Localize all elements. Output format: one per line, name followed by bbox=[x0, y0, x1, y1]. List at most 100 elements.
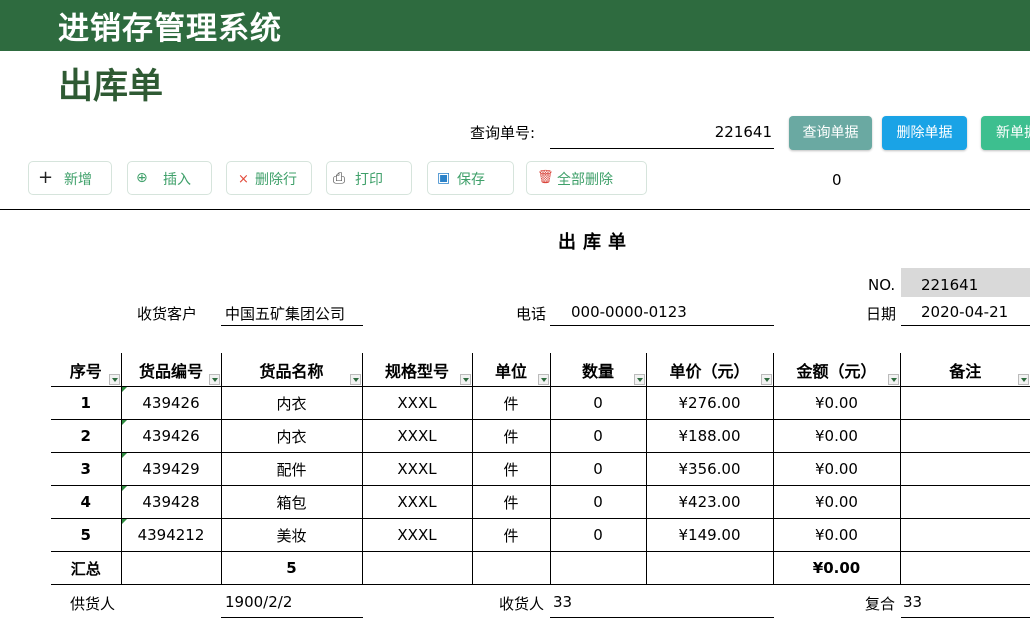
customer-field[interactable]: 中国五矿集团公司 bbox=[225, 303, 345, 324]
phone-label: 电话 bbox=[516, 305, 547, 323]
cell-item-name[interactable]: 内衣 bbox=[220, 419, 363, 453]
cell-spec[interactable]: XXXL bbox=[361, 419, 473, 453]
receiver-field[interactable]: 33 bbox=[553, 593, 572, 611]
cell-remarks[interactable] bbox=[899, 518, 1030, 552]
filter-dropdown-icon[interactable] bbox=[537, 374, 549, 385]
cell-spec[interactable]: XXXL bbox=[361, 452, 473, 486]
cell-unit-price[interactable]: ¥356.00 bbox=[645, 452, 774, 486]
filter-dropdown-icon[interactable] bbox=[459, 374, 471, 385]
insert-button[interactable]: ⊕ 插入 bbox=[127, 161, 212, 195]
cell-seq[interactable]: 3 bbox=[51, 452, 122, 486]
cell-quantity[interactable]: 0 bbox=[549, 485, 647, 519]
header-amount[interactable]: 金额（元） bbox=[772, 353, 901, 387]
cell-item-name[interactable]: 美妆 bbox=[220, 518, 363, 552]
trash-icon: 🗑 bbox=[537, 170, 554, 185]
cell-unit-price[interactable]: ¥276.00 bbox=[645, 386, 774, 420]
filter-dropdown-icon[interactable] bbox=[760, 374, 772, 385]
cell-seq[interactable]: 5 bbox=[51, 518, 122, 552]
query-number-input[interactable] bbox=[550, 116, 774, 149]
cell-item-code[interactable]: 439429 bbox=[120, 452, 222, 486]
cell-unit[interactable]: 件 bbox=[471, 452, 551, 486]
cell-unit-price[interactable]: ¥188.00 bbox=[645, 419, 774, 453]
cell-amount[interactable]: ¥0.00 bbox=[772, 386, 901, 420]
cell-item-name[interactable]: 配件 bbox=[220, 452, 363, 486]
header-seq[interactable]: 序号 bbox=[51, 353, 122, 387]
cell-amount[interactable]: ¥0.00 bbox=[772, 485, 901, 519]
cell-item-code[interactable]: 4394212 bbox=[120, 518, 222, 552]
header-item-name[interactable]: 货品名称 bbox=[220, 353, 363, 387]
header-unit-price[interactable]: 单价（元） bbox=[645, 353, 774, 387]
filter-dropdown-icon[interactable] bbox=[887, 374, 899, 385]
header-item-code[interactable]: 货品编号 bbox=[120, 353, 222, 387]
cell-marker-icon bbox=[122, 519, 127, 524]
cell-remarks[interactable] bbox=[899, 386, 1030, 420]
insert-button-label: 插入 bbox=[163, 172, 191, 188]
summary-cell bbox=[120, 551, 222, 585]
header-unit[interactable]: 单位 bbox=[471, 353, 551, 387]
query-number-label: 查询单号: bbox=[470, 124, 536, 142]
cell-quantity[interactable]: 0 bbox=[549, 452, 647, 486]
delete-row-button[interactable]: × 删除行 bbox=[226, 161, 312, 195]
cell-item-code[interactable]: 439426 bbox=[120, 419, 222, 453]
phone-underline bbox=[550, 325, 774, 326]
cell-item-code[interactable]: 439428 bbox=[120, 485, 222, 519]
cell-item-name[interactable]: 内衣 bbox=[220, 386, 363, 420]
filter-dropdown-icon[interactable] bbox=[108, 374, 120, 385]
table-row: 1 439426 内衣 XXXL 件 0 ¥276.00 ¥0.00 bbox=[51, 386, 1030, 420]
summary-cell bbox=[471, 551, 551, 585]
cell-seq[interactable]: 2 bbox=[51, 419, 122, 453]
save-button[interactable]: ▣ 保存 bbox=[427, 161, 514, 195]
phone-field[interactable]: 000-0000-0123 bbox=[571, 303, 687, 321]
cell-amount[interactable]: ¥0.00 bbox=[772, 518, 901, 552]
new-document-button[interactable]: 新单据 bbox=[981, 116, 1030, 150]
delete-x-icon: × bbox=[238, 172, 249, 187]
supplier-field[interactable]: 1900/2/2 bbox=[225, 593, 292, 611]
summary-total-amount: ¥0.00 bbox=[772, 551, 901, 585]
filter-dropdown-icon[interactable] bbox=[208, 374, 220, 385]
header-quantity[interactable]: 数量 bbox=[549, 353, 647, 387]
cell-seq[interactable]: 4 bbox=[51, 485, 122, 519]
cell-unit[interactable]: 件 bbox=[471, 419, 551, 453]
header-remarks[interactable]: 备注 bbox=[899, 353, 1030, 387]
cell-spec[interactable]: XXXL bbox=[361, 518, 473, 552]
reviewer-field[interactable]: 33 bbox=[903, 593, 922, 611]
cell-unit[interactable]: 件 bbox=[471, 386, 551, 420]
summary-row: 汇总 5 ¥0.00 bbox=[51, 551, 1030, 585]
date-field[interactable]: 2020-04-21 bbox=[921, 303, 1008, 321]
doc-number-label: NO. bbox=[868, 276, 896, 294]
print-button-label: 打印 bbox=[355, 172, 383, 188]
delete-document-button[interactable]: 删除单据 bbox=[882, 116, 967, 150]
add-button[interactable]: + 新增 bbox=[28, 161, 112, 195]
summary-cell bbox=[645, 551, 774, 585]
delete-all-button-label: 全部删除 bbox=[557, 172, 613, 188]
filter-dropdown-icon[interactable] bbox=[349, 374, 361, 385]
doc-number-value[interactable]: 221641 bbox=[921, 276, 978, 294]
query-document-button[interactable]: 查询单据 bbox=[789, 116, 872, 150]
cell-quantity[interactable]: 0 bbox=[549, 419, 647, 453]
cell-marker-icon bbox=[122, 453, 127, 458]
cell-unit-price[interactable]: ¥423.00 bbox=[645, 485, 774, 519]
insert-circle-icon: ⊕ bbox=[136, 170, 148, 186]
cell-remarks[interactable] bbox=[899, 452, 1030, 486]
header-spec[interactable]: 规格型号 bbox=[361, 353, 473, 387]
filter-dropdown-icon[interactable] bbox=[1018, 374, 1029, 385]
cell-remarks[interactable] bbox=[899, 485, 1030, 519]
cell-item-code[interactable]: 439426 bbox=[120, 386, 222, 420]
cell-item-name[interactable]: 箱包 bbox=[220, 485, 363, 519]
cell-quantity[interactable]: 0 bbox=[549, 386, 647, 420]
cell-remarks[interactable] bbox=[899, 419, 1030, 453]
print-button[interactable]: ⎙ 打印 bbox=[326, 161, 412, 195]
filter-dropdown-icon[interactable] bbox=[633, 374, 645, 385]
cell-unit[interactable]: 件 bbox=[471, 518, 551, 552]
delete-all-button[interactable]: 🗑 全部删除 bbox=[526, 161, 647, 195]
cell-spec[interactable]: XXXL bbox=[361, 386, 473, 420]
supplier-label: 供货人 bbox=[70, 595, 116, 613]
cell-spec[interactable]: XXXL bbox=[361, 485, 473, 519]
cell-unit-price[interactable]: ¥149.00 bbox=[645, 518, 774, 552]
cell-unit[interactable]: 件 bbox=[471, 485, 551, 519]
cell-seq[interactable]: 1 bbox=[51, 386, 122, 420]
cell-amount[interactable]: ¥0.00 bbox=[772, 452, 901, 486]
cell-quantity[interactable]: 0 bbox=[549, 518, 647, 552]
cell-amount[interactable]: ¥0.00 bbox=[772, 419, 901, 453]
items-table: 序号 货品编号 货品名称 规格型号 单位 数量 单价（元） 金额（元） 备注 1… bbox=[51, 353, 1030, 585]
